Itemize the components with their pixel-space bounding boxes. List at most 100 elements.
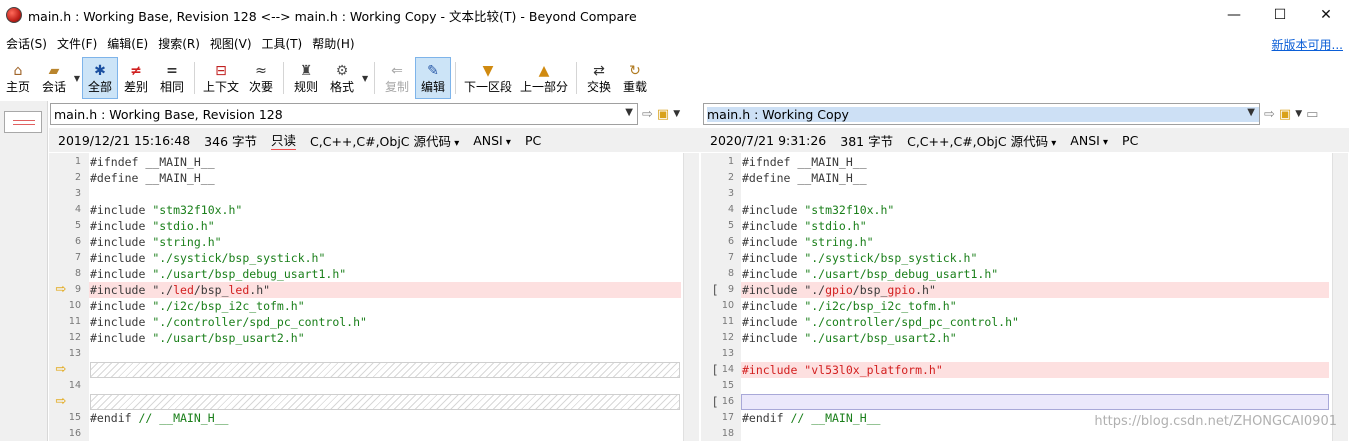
left-path-dropdown-icon[interactable]: ▼ xyxy=(625,107,633,118)
line-number: 1 xyxy=(727,156,734,167)
left-path-bar: main.h : Working Base, Revision 128 ▼ ⇨ … xyxy=(50,102,680,126)
right-current-line xyxy=(741,394,1329,410)
left-eol-label[interactable]: PC xyxy=(525,133,541,148)
left-file-date: 2019/12/21 15:16:48 xyxy=(58,132,191,148)
menu-search[interactable]: 搜索(R) xyxy=(153,35,205,52)
right-folder-dropdown-icon[interactable]: ▼ xyxy=(1295,109,1302,119)
line-number: 2 xyxy=(727,172,734,183)
session-dropdown-icon[interactable]: ▼ xyxy=(72,56,82,100)
line-number: 2 xyxy=(74,172,81,183)
left-swap-arrow-icon[interactable]: ⇨ xyxy=(642,107,653,122)
reload-button[interactable]: ↻ 重载 xyxy=(617,57,653,99)
left-path-input[interactable]: main.h : Working Base, Revision 128 ▼ xyxy=(50,103,638,125)
line-number: 17 xyxy=(721,412,734,423)
copy-button[interactable]: ⇐ 复制 xyxy=(379,57,415,99)
line-number: 15 xyxy=(68,412,81,423)
line-number: 10 xyxy=(68,300,81,311)
referee-icon: ♜ xyxy=(299,63,313,79)
line-number: 5 xyxy=(727,220,734,231)
code-line: #include "./gpio/bsp_gpio.h" xyxy=(742,283,936,297)
line-number: 3 xyxy=(727,188,734,199)
right-folder-icon[interactable]: ▣ xyxy=(1279,107,1291,122)
code-line: #include "./systick/bsp_systick.h" xyxy=(742,251,978,265)
line-number: 3 xyxy=(74,188,81,199)
line-number: 11 xyxy=(68,316,81,327)
format-dropdown-icon[interactable]: ▼ xyxy=(360,56,370,100)
left-encoding-select[interactable]: ANSI xyxy=(473,133,511,148)
left-readonly-badge[interactable]: 只读 xyxy=(271,130,297,150)
line-number: 12 xyxy=(721,332,734,343)
context-icon: ⊟ xyxy=(215,63,227,79)
new-version-link[interactable]: 新版本可用... xyxy=(1272,36,1343,53)
line-number: 13 xyxy=(68,348,81,359)
session-button[interactable]: ▰ 会话 xyxy=(36,57,72,99)
home-button[interactable]: ⌂ 主页 xyxy=(0,57,36,99)
next-section-button[interactable]: ▼ 下一区段 xyxy=(460,57,516,99)
minimize-button[interactable]: — xyxy=(1211,0,1257,30)
watermark: https://blog.csdn.net/ZHONGCAI0901 xyxy=(1094,414,1337,429)
line-number: 8 xyxy=(74,268,81,279)
line-number: 7 xyxy=(74,252,81,263)
left-info-bar: 2019/12/21 15:16:48 346 字节 只读 C,C++,C#,O… xyxy=(49,128,701,152)
right-path-dropdown-icon[interactable]: ▼ xyxy=(1247,107,1255,118)
diff-thumbnail[interactable] xyxy=(4,111,42,133)
line-number: 1 xyxy=(74,156,81,167)
code-line: #ifndef __MAIN_H__ xyxy=(742,155,867,169)
left-folder-icon[interactable]: ▣ xyxy=(657,107,669,122)
format-button[interactable]: ⚙ 格式 xyxy=(324,57,360,99)
line-number: 5 xyxy=(74,220,81,231)
left-format-select[interactable]: C,C++,C#,ObjC 源代码 xyxy=(310,131,459,150)
code-line: #include "./usart/bsp_debug_usart1.h" xyxy=(742,267,999,281)
menu-session[interactable]: 会话(S) xyxy=(0,35,52,52)
menu-bar: 会话(S) 文件(F) 编辑(E) 搜索(R) 视图(V) 工具(T) 帮助(H… xyxy=(0,31,1349,55)
left-folder-dropdown-icon[interactable]: ▼ xyxy=(673,109,680,119)
left-scrollbar[interactable] xyxy=(683,153,699,441)
minor-button[interactable]: ≈ 次要 xyxy=(243,57,279,99)
swap-icon: ⇄ xyxy=(593,63,605,79)
code-line: #define __MAIN_H__ xyxy=(90,171,215,185)
line-number: 11 xyxy=(721,316,734,327)
edit-button[interactable]: ✎ 编辑 xyxy=(415,57,452,99)
menu-file[interactable]: 文件(F) xyxy=(52,35,102,52)
format-gear-icon: ⚙ xyxy=(335,63,349,79)
code-line: #endif // __MAIN_H__ xyxy=(90,411,229,425)
menu-tools[interactable]: 工具(T) xyxy=(257,35,308,52)
left-missing-line xyxy=(90,394,680,410)
maximize-button[interactable]: ☐ xyxy=(1257,0,1303,30)
arrow-up-icon: ▲ xyxy=(538,63,550,79)
right-format-select[interactable]: C,C++,C#,ObjC 源代码 xyxy=(907,131,1056,150)
toolbar-separator xyxy=(576,62,578,94)
rules-button[interactable]: ♜ 规则 xyxy=(288,57,324,99)
right-scrollbar[interactable] xyxy=(1332,153,1348,441)
home-icon: ⌂ xyxy=(13,63,23,79)
not-equal-icon: ≠ xyxy=(130,63,142,79)
line-number: 10 xyxy=(721,300,734,311)
show-diff-button[interactable]: ≠ 差别 xyxy=(118,57,154,99)
line-number: 15 xyxy=(721,380,734,391)
context-button[interactable]: ⊟ 上下文 xyxy=(199,57,243,99)
code-line: #include "stdio.h" xyxy=(90,219,215,233)
right-eol-label[interactable]: PC xyxy=(1122,133,1138,148)
prev-section-button[interactable]: ▲ 上一部分 xyxy=(516,57,572,99)
line-number: 16 xyxy=(68,428,81,439)
menu-view[interactable]: 视图(V) xyxy=(205,35,257,52)
show-all-button[interactable]: ✱ 全部 xyxy=(82,57,118,99)
diff-arrow-icon[interactable]: ⇨ xyxy=(53,394,69,410)
code-line: #include "./i2c/bsp_i2c_tofm.h" xyxy=(742,299,957,313)
diff-arrow-icon[interactable]: ⇨ xyxy=(53,362,69,378)
menu-edit[interactable]: 编辑(E) xyxy=(102,35,153,52)
line-number: 6 xyxy=(74,236,81,247)
show-same-button[interactable]: = 相同 xyxy=(154,57,190,99)
right-file-size: 381 字节 xyxy=(840,133,894,149)
right-swap-arrow-icon[interactable]: ⇨ xyxy=(1264,107,1275,122)
close-button[interactable]: ✕ xyxy=(1303,0,1349,30)
menu-help[interactable]: 帮助(H) xyxy=(307,35,359,52)
code-line: #include "string.h" xyxy=(742,235,874,249)
code-line: #include "./usart/bsp_debug_usart1.h" xyxy=(90,267,347,281)
right-path-input[interactable]: main.h : Working Copy ▼ xyxy=(703,103,1260,125)
swap-button[interactable]: ⇄ 交换 xyxy=(581,57,617,99)
save-icon[interactable]: ▭ xyxy=(1306,107,1318,122)
right-encoding-select[interactable]: ANSI xyxy=(1070,133,1108,148)
line-number: 18 xyxy=(721,428,734,439)
left-file-size: 346 字节 xyxy=(204,133,258,149)
